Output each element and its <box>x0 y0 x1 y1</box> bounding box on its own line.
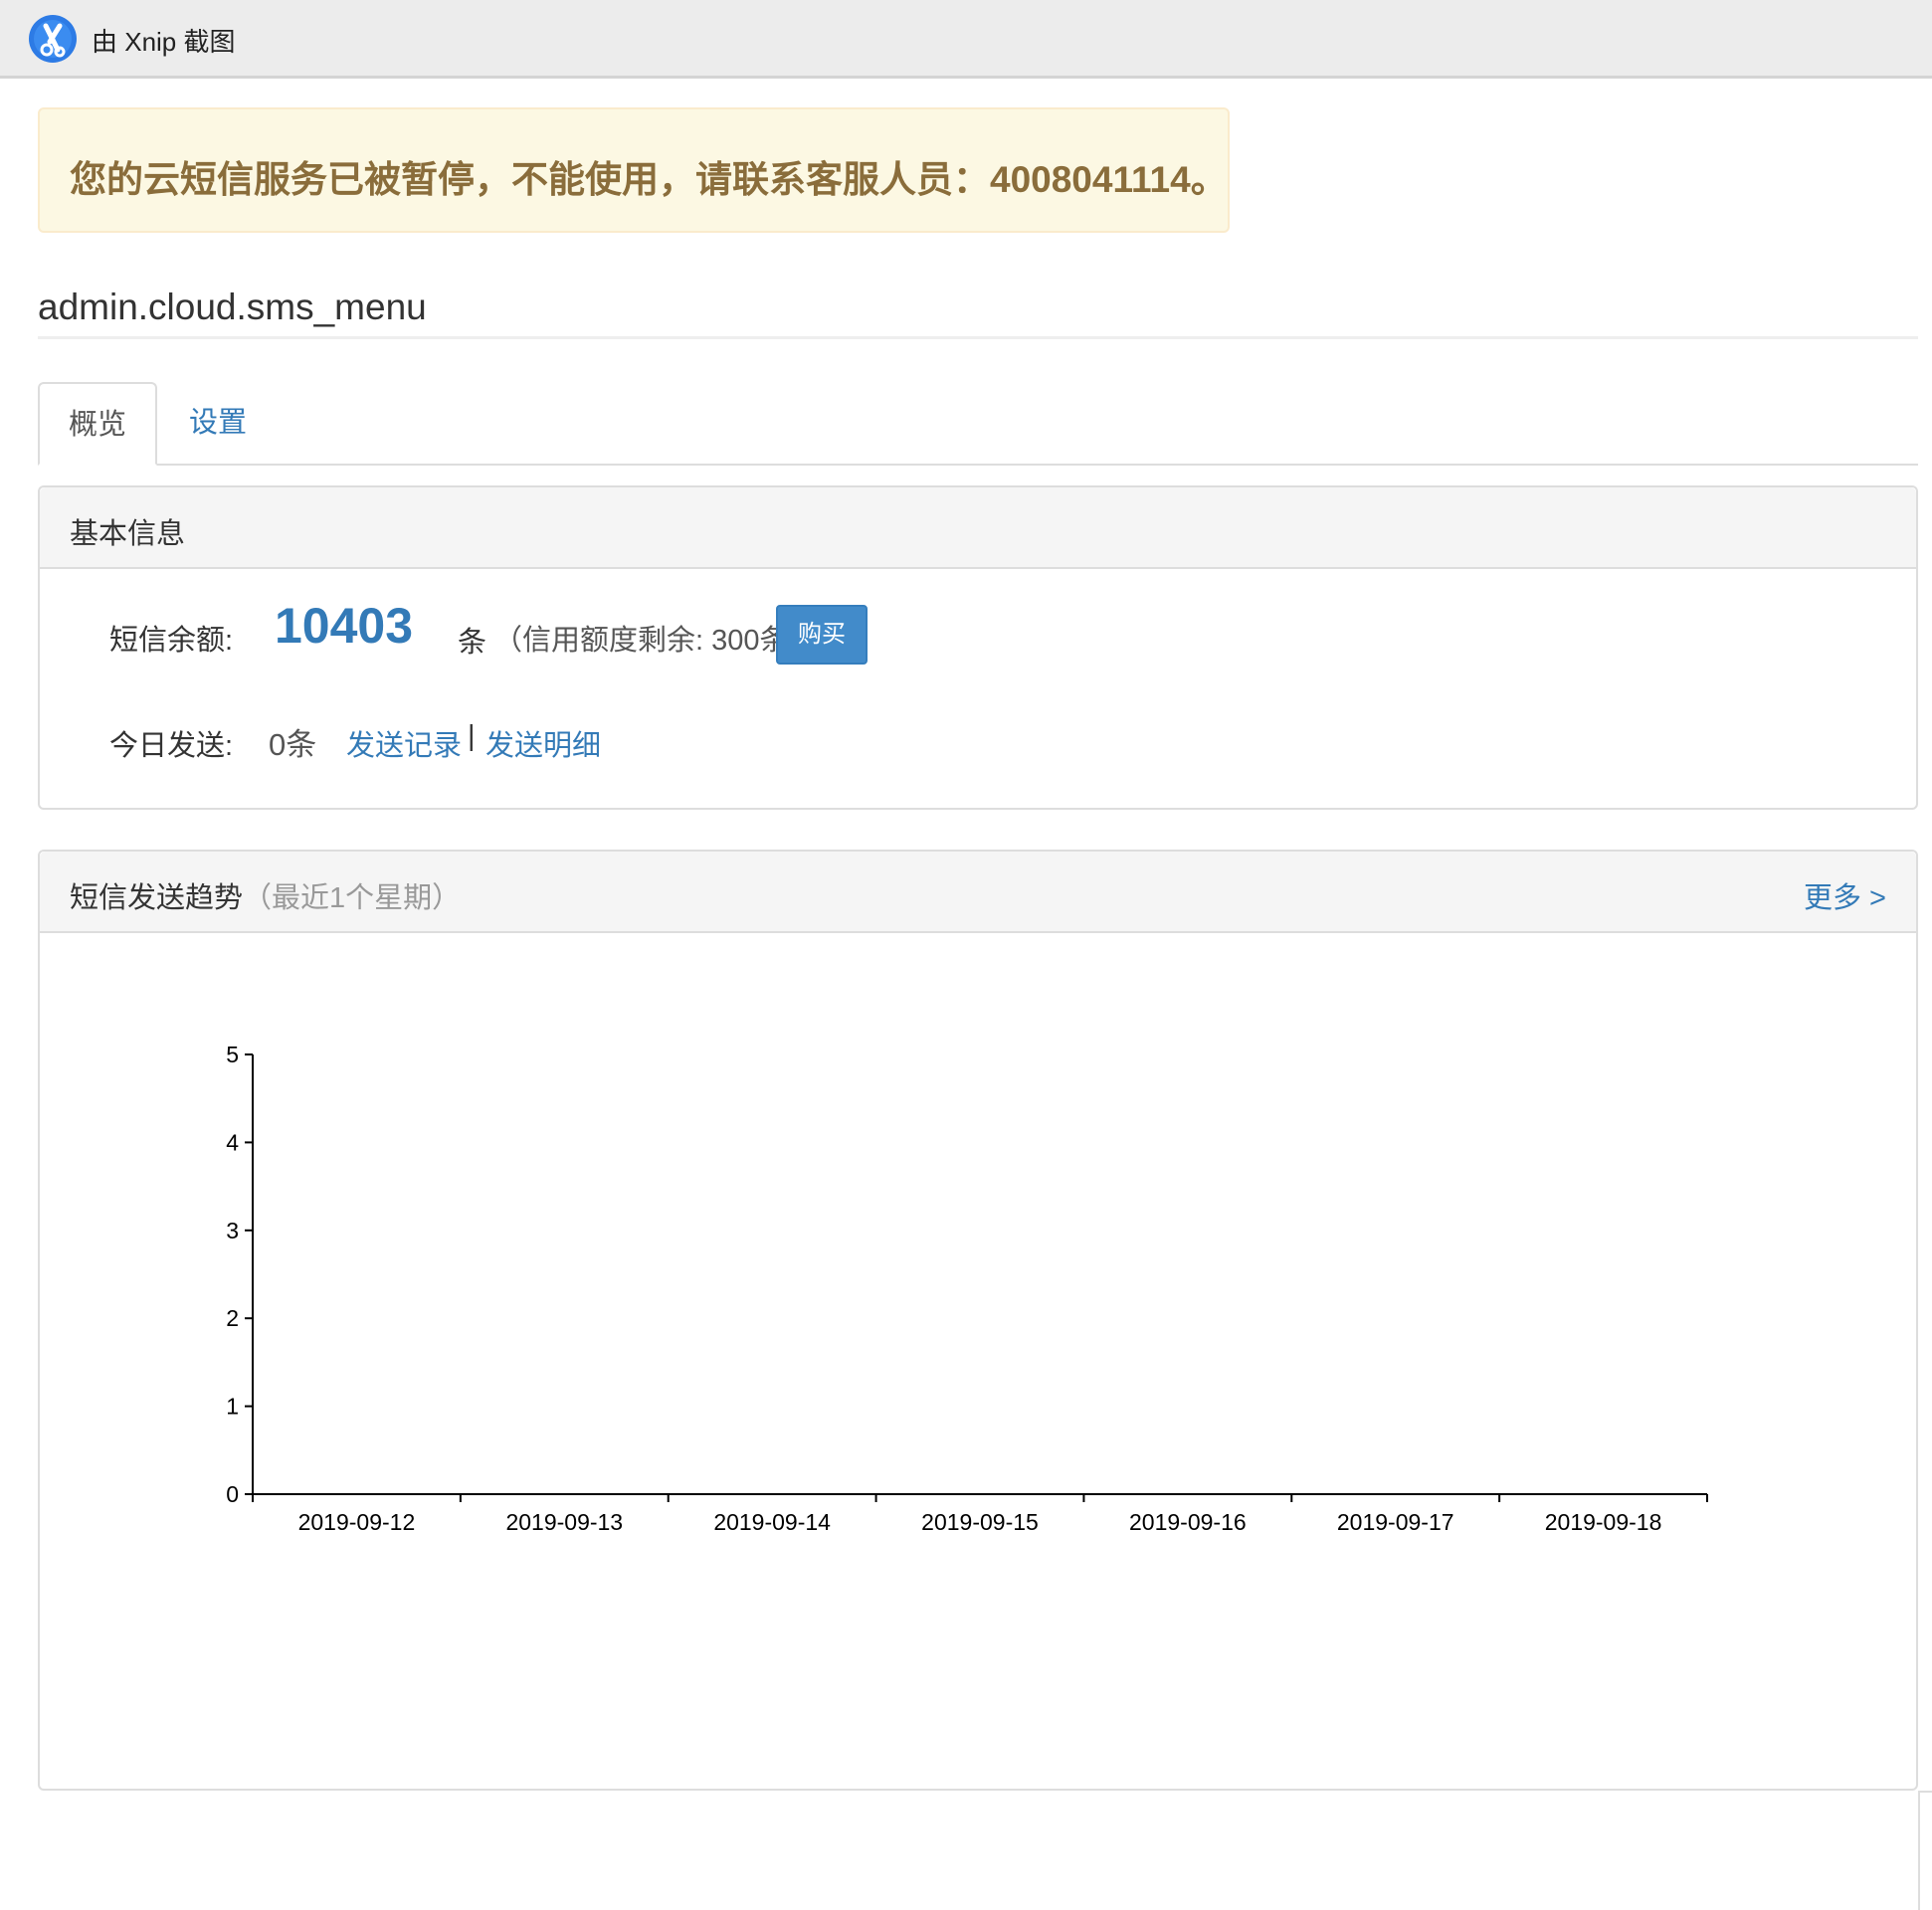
send-detail-link[interactable]: 发送明细 <box>485 722 601 764</box>
trend-heading: 短信发送趋势（最近1个星期） 更多 > <box>40 852 1916 933</box>
alert-message: 您的云短信服务已被暂停，不能使用，请联系客服人员：4008041114。 <box>70 159 1228 200</box>
basic-info-heading: 基本信息 <box>40 487 1916 569</box>
y-tick-label: 2 <box>226 1305 239 1331</box>
xnip-label: 由 Xnip 截图 <box>92 27 236 57</box>
trend-title-main: 短信发送趋势 <box>70 882 244 914</box>
balance-value: 10403 <box>275 598 414 654</box>
more-link[interactable]: 更多 > <box>1804 874 1886 916</box>
x-tick-label: 2019-09-16 <box>1129 1509 1247 1535</box>
x-tick-label: 2019-09-14 <box>713 1509 831 1535</box>
basic-info-panel: 基本信息 短信余额: 10403 条 （信用额度剩余: 300条） 购买 今日发… <box>38 485 1918 810</box>
trend-title-range: （最近1个星期） <box>243 882 462 914</box>
tab-overview[interactable]: 概览 <box>38 382 157 466</box>
y-tick-label: 5 <box>226 1042 239 1067</box>
service-suspended-alert: 您的云短信服务已被暂停，不能使用，请联系客服人员：4008041114。 <box>38 107 1230 233</box>
page-title: admin.cloud.sms_menu <box>38 286 427 327</box>
x-tick-label: 2019-09-17 <box>1337 1509 1454 1535</box>
buy-button[interactable]: 购买 <box>776 605 868 665</box>
x-tick-label: 2019-09-13 <box>505 1509 623 1535</box>
tab-bar: 概览 设置 <box>38 382 1918 466</box>
link-separator: | <box>468 720 476 752</box>
xnip-capture-bar: 由 Xnip 截图 <box>0 0 1932 79</box>
balance-unit: 条 <box>458 627 487 659</box>
today-sent-label: 今日发送: <box>109 730 234 762</box>
y-tick-label: 0 <box>226 1481 239 1507</box>
y-tick-label: 3 <box>226 1218 239 1243</box>
tab-settings[interactable]: 设置 <box>157 382 279 466</box>
trend-panel: 短信发送趋势（最近1个星期） 更多 > 0 1 2 3 4 5 2019-09-12 2019… <box>38 850 1918 1791</box>
title-divider <box>38 336 1918 339</box>
send-record-link[interactable]: 发送记录 <box>346 722 462 764</box>
basic-info-title: 基本信息 <box>70 518 186 550</box>
y-tick-label: 1 <box>226 1394 239 1420</box>
today-sent-value: 0条 <box>269 727 317 762</box>
trend-title: 短信发送趋势（最近1个星期） <box>70 874 461 916</box>
balance-label: 短信余额: <box>109 625 234 657</box>
x-tick-label: 2019-09-18 <box>1545 1509 1662 1535</box>
y-tick-label: 4 <box>226 1129 239 1155</box>
xnip-logo-icon <box>28 14 78 64</box>
credit-remaining: （信用额度剩余: 300条） <box>493 625 818 657</box>
x-tick-label: 2019-09-15 <box>921 1509 1039 1535</box>
x-tick-label: 2019-09-12 <box>298 1509 416 1535</box>
trend-chart: 0 1 2 3 4 5 2019-09-12 2019-09-13 2019-09-14 2019… <box>226 1042 1708 1535</box>
page-edge-fragment <box>1918 1791 1932 1910</box>
